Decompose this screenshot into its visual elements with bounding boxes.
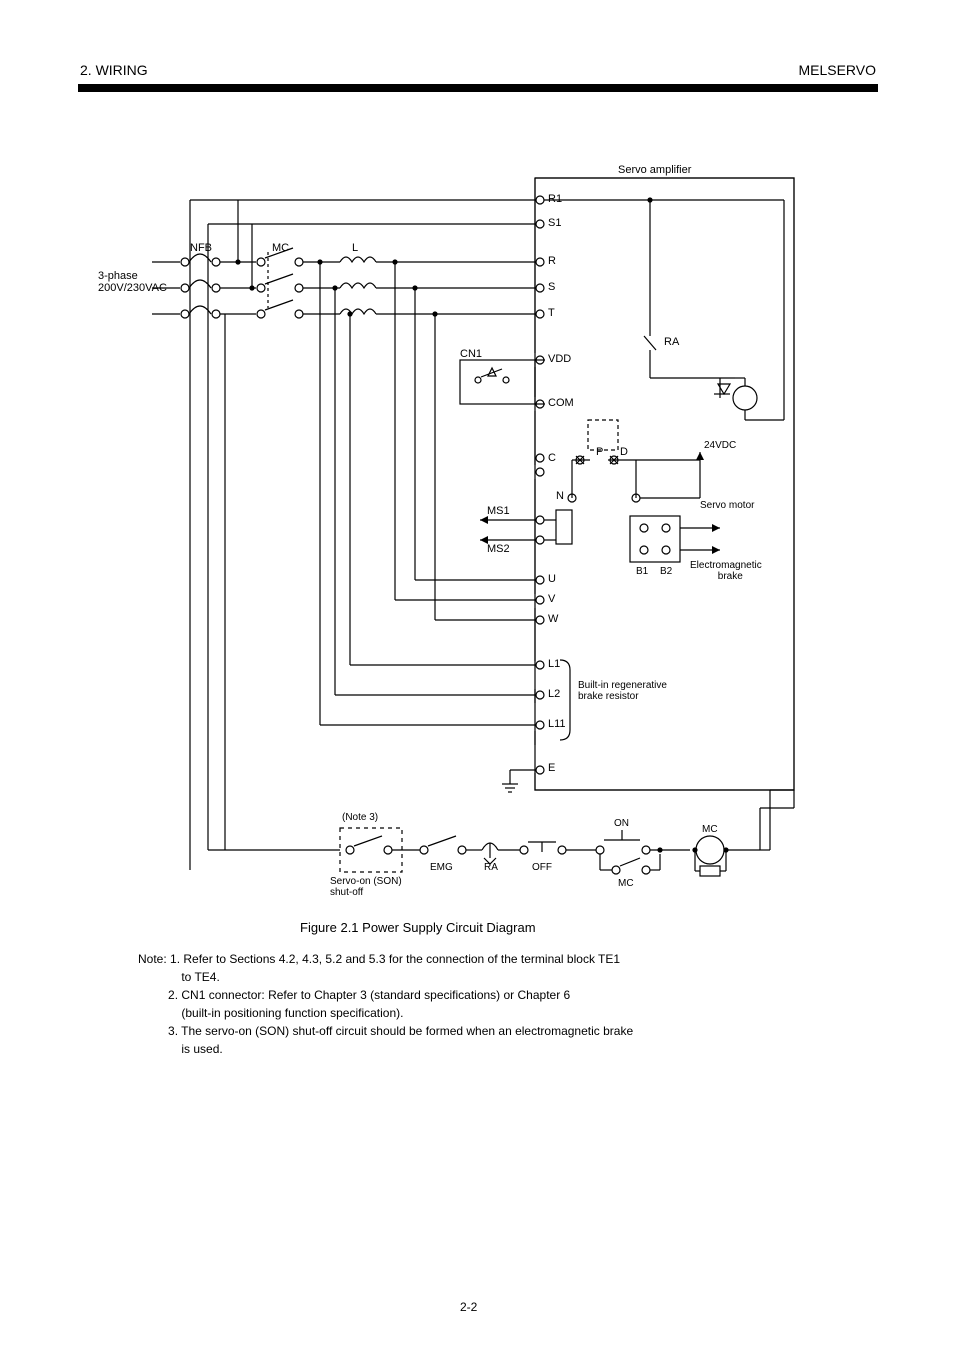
mc-coil: MC [702,824,718,835]
mc-hold: MC [618,878,634,889]
term-r: R [548,255,556,267]
cn1-com: COM [548,397,574,409]
term-n: N [556,490,564,502]
figure-caption: Figure 2.1 Power Supply Circuit Diagram [300,920,536,935]
page-number: 2-2 [460,1300,477,1314]
servo-on-shutoff: Servo-on (SON) shut-off [330,876,402,898]
ra-b: RA [484,862,498,873]
ms2: MS2 [487,543,510,555]
label-servo-amp: Servo amplifier [618,164,691,176]
term-d: D [620,446,628,458]
emg: EMG [430,862,453,873]
term-e: E [548,762,555,774]
on: ON [614,818,629,829]
label-mc: MC [272,242,289,254]
note3: (Note 3) [342,812,378,823]
off: OFF [532,862,552,873]
term-l1: L1 [548,658,560,670]
term-w: W [548,613,558,625]
schematic-svg [0,0,954,1351]
term-t: T [548,307,555,319]
label-l: L [352,242,358,254]
brake-label: Electromagnetic brake [690,560,762,582]
b2: B2 [660,566,672,577]
label-nfb: NFB [190,242,212,254]
term-l2: L2 [548,688,560,700]
term-l11: L11 [548,718,566,730]
note-block: Note: 1. Refer to Sections 4.2, 4.3, 5.2… [138,950,858,1058]
builtin-regen: Built-in regenerative brake resistor [578,680,667,702]
b1: B1 [636,566,648,577]
term-v: V [548,593,555,605]
cn1-vdd: VDD [548,353,571,365]
term-r1: R1 [548,193,562,205]
term-s: S [548,281,555,293]
term-c: C [548,452,556,464]
term-s1: S1 [548,217,561,229]
term-p: P [596,446,603,458]
ms1: MS1 [487,505,510,517]
cn1-header: CN1 [460,348,482,360]
term-u: U [548,573,556,585]
24vdc: 24VDC [704,440,736,451]
label-3phase: 3-phase 200V/230VAC [98,270,167,294]
ra-label: RA [664,336,679,348]
servo-motor: Servo motor [700,500,754,511]
